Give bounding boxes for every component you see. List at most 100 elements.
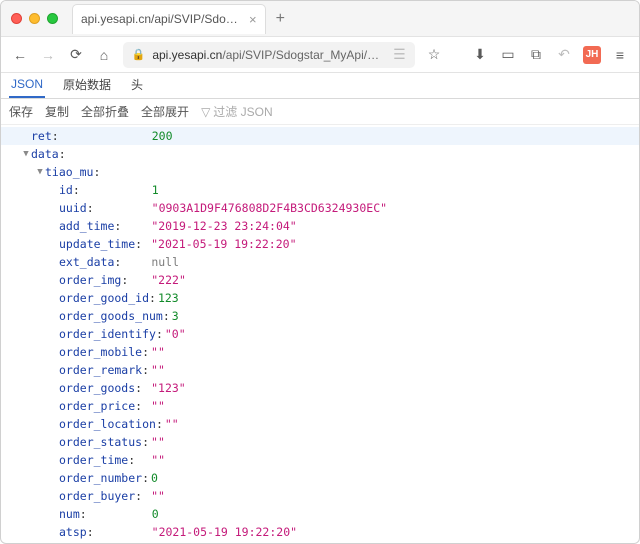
json-row-num[interactable]: num:0 (1, 505, 639, 523)
json-value: "v1.1" (151, 541, 193, 543)
json-key: order_price (59, 397, 135, 415)
profile-badge[interactable]: JH (583, 46, 601, 64)
json-key: id (59, 181, 73, 199)
json-value: "2021-05-19 19:22:20" (152, 523, 297, 541)
json-value: 0 (151, 469, 158, 487)
download-icon[interactable]: ⬇ (471, 46, 489, 64)
collapse-toggle-icon[interactable]: ▼ (35, 163, 45, 181)
json-row-order_number[interactable]: order_number:0 (1, 469, 639, 487)
filter-icon: ▽ (201, 105, 210, 119)
json-value: 123 (158, 289, 179, 307)
json-row-tiao_mu[interactable]: ▼tiao_mu: (1, 163, 639, 181)
tab-close-icon[interactable]: × (249, 12, 257, 27)
json-key: order_buyer (59, 487, 135, 505)
json-row-order_goods[interactable]: order_goods:"123" (1, 379, 639, 397)
json-row-order_buyer[interactable]: order_buyer:"" (1, 487, 639, 505)
json-row-order_mobile[interactable]: order_mobile:"" (1, 343, 639, 361)
json-value: 0 (152, 505, 159, 523)
json-row-order_price[interactable]: order_price:"" (1, 397, 639, 415)
json-row-order_good_id[interactable]: order_good_id:123 (1, 289, 639, 307)
json-row-order_identify[interactable]: order_identify:"0" (1, 325, 639, 343)
json-value: "" (151, 433, 165, 451)
json-value: "" (151, 487, 165, 505)
json-key: order_good_id (59, 289, 149, 307)
json-value: "" (165, 415, 179, 433)
titlebar: api.yesapi.cn/api/SVIP/Sdogstar_MyApi × … (1, 1, 639, 37)
json-key: add_time (59, 217, 114, 235)
json-value: 3 (172, 307, 179, 325)
json-row-atsp[interactable]: atsp:"2021-05-19 19:22:20" (1, 523, 639, 541)
maximize-window-button[interactable] (47, 13, 58, 24)
lock-icon: 🔒 (131, 46, 146, 64)
json-value: "0903A1D9F476808D2F4B3CD6324930EC" (152, 199, 387, 217)
json-row-order_time[interactable]: order_time:"" (1, 451, 639, 469)
json-key: api_version (45, 541, 121, 543)
json-row-api_version[interactable]: api_version:"v1.1" (1, 541, 639, 543)
tab-json[interactable]: JSON (9, 72, 45, 98)
json-key: order_identify (59, 325, 156, 343)
json-key: ext_data (59, 253, 114, 271)
bookmark-star-icon[interactable]: ☆ (425, 46, 443, 64)
json-value: 1 (152, 181, 159, 199)
sidebar-panel-icon[interactable]: ▭ (499, 46, 517, 64)
home-icon[interactable]: ⌂ (95, 46, 113, 64)
json-key: order_number (59, 469, 142, 487)
tab-title: api.yesapi.cn/api/SVIP/Sdogstar_MyApi (81, 12, 241, 26)
json-value: "0" (165, 325, 186, 343)
json-key: order_location (59, 415, 156, 433)
minimize-window-button[interactable] (29, 13, 40, 24)
copy-button[interactable]: 复制 (45, 103, 69, 120)
tab-headers[interactable]: 头 (129, 71, 145, 98)
new-tab-button[interactable]: + (276, 10, 285, 28)
json-tree[interactable]: ret:200▼data:▼tiao_mu:id:1uuid:"0903A1D9… (1, 125, 639, 543)
json-row-ext_data[interactable]: ext_data:null (1, 253, 639, 271)
screenshot-crop-icon[interactable]: ⧉ (527, 46, 545, 64)
undo-icon[interactable]: ↶ (555, 46, 573, 64)
json-key: order_goods_num (59, 307, 163, 325)
collapse-toggle-icon[interactable]: ▼ (21, 145, 31, 163)
window-controls (11, 13, 58, 24)
view-tabs: JSON 原始数据 头 (1, 73, 639, 99)
json-key: order_time (59, 451, 128, 469)
json-key: order_goods (59, 379, 135, 397)
back-icon[interactable]: ← (11, 46, 29, 64)
json-value: "" (151, 361, 165, 379)
browser-tab[interactable]: api.yesapi.cn/api/SVIP/Sdogstar_MyApi × (72, 4, 266, 34)
json-key: order_img (59, 271, 121, 289)
json-value: null (151, 253, 179, 271)
json-row-ret[interactable]: ret:200 (1, 127, 639, 145)
json-row-order_status[interactable]: order_status:"" (1, 433, 639, 451)
save-button[interactable]: 保存 (9, 103, 33, 120)
filter-placeholder: 过滤 JSON (213, 103, 272, 120)
json-row-order_img[interactable]: order_img:"222" (1, 271, 639, 289)
json-value: 200 (152, 127, 173, 145)
reload-icon[interactable]: ⟳ (67, 46, 85, 64)
json-key: tiao_mu (45, 163, 93, 181)
forward-icon[interactable]: → (39, 46, 57, 64)
json-row-update_time[interactable]: update_time:"2021-05-19 19:22:20" (1, 235, 639, 253)
json-row-order_remark[interactable]: order_remark:"" (1, 361, 639, 379)
json-row-id[interactable]: id:1 (1, 181, 639, 199)
json-row-order_goods_num[interactable]: order_goods_num:3 (1, 307, 639, 325)
json-actions-bar: 保存 复制 全部折叠 全部展开 ▽ 过滤 JSON (1, 99, 639, 125)
nav-toolbar: ← → ⟳ ⌂ 🔒 api.yesapi.cn/api/SVIP/Sdogsta… (1, 37, 639, 73)
url-bar[interactable]: 🔒 api.yesapi.cn/api/SVIP/Sdogstar_MyApi/… (123, 42, 415, 68)
json-key: atsp (59, 523, 87, 541)
tab-raw[interactable]: 原始数据 (61, 71, 113, 98)
json-row-data[interactable]: ▼data: (1, 145, 639, 163)
json-value: "" (151, 397, 165, 415)
json-value: "2019-12-23 23:24:04" (151, 217, 296, 235)
close-window-button[interactable] (11, 13, 22, 24)
hamburger-menu-icon[interactable]: ≡ (611, 46, 629, 64)
browser-window: api.yesapi.cn/api/SVIP/Sdogstar_MyApi × … (0, 0, 640, 544)
json-row-order_location[interactable]: order_location:"" (1, 415, 639, 433)
json-key: num (59, 505, 80, 523)
json-value: "" (151, 343, 165, 361)
reader-mode-icon[interactable]: ☰ (392, 46, 407, 64)
json-row-uuid[interactable]: uuid:"0903A1D9F476808D2F4B3CD6324930EC" (1, 199, 639, 217)
json-row-add_time[interactable]: add_time:"2019-12-23 23:24:04" (1, 217, 639, 235)
collapse-all-button[interactable]: 全部折叠 (81, 103, 129, 120)
filter-json-input[interactable]: ▽ 过滤 JSON (201, 103, 273, 120)
url-text: api.yesapi.cn/api/SVIP/Sdogstar_MyApi/AH… (152, 48, 385, 62)
expand-all-button[interactable]: 全部展开 (141, 103, 189, 120)
